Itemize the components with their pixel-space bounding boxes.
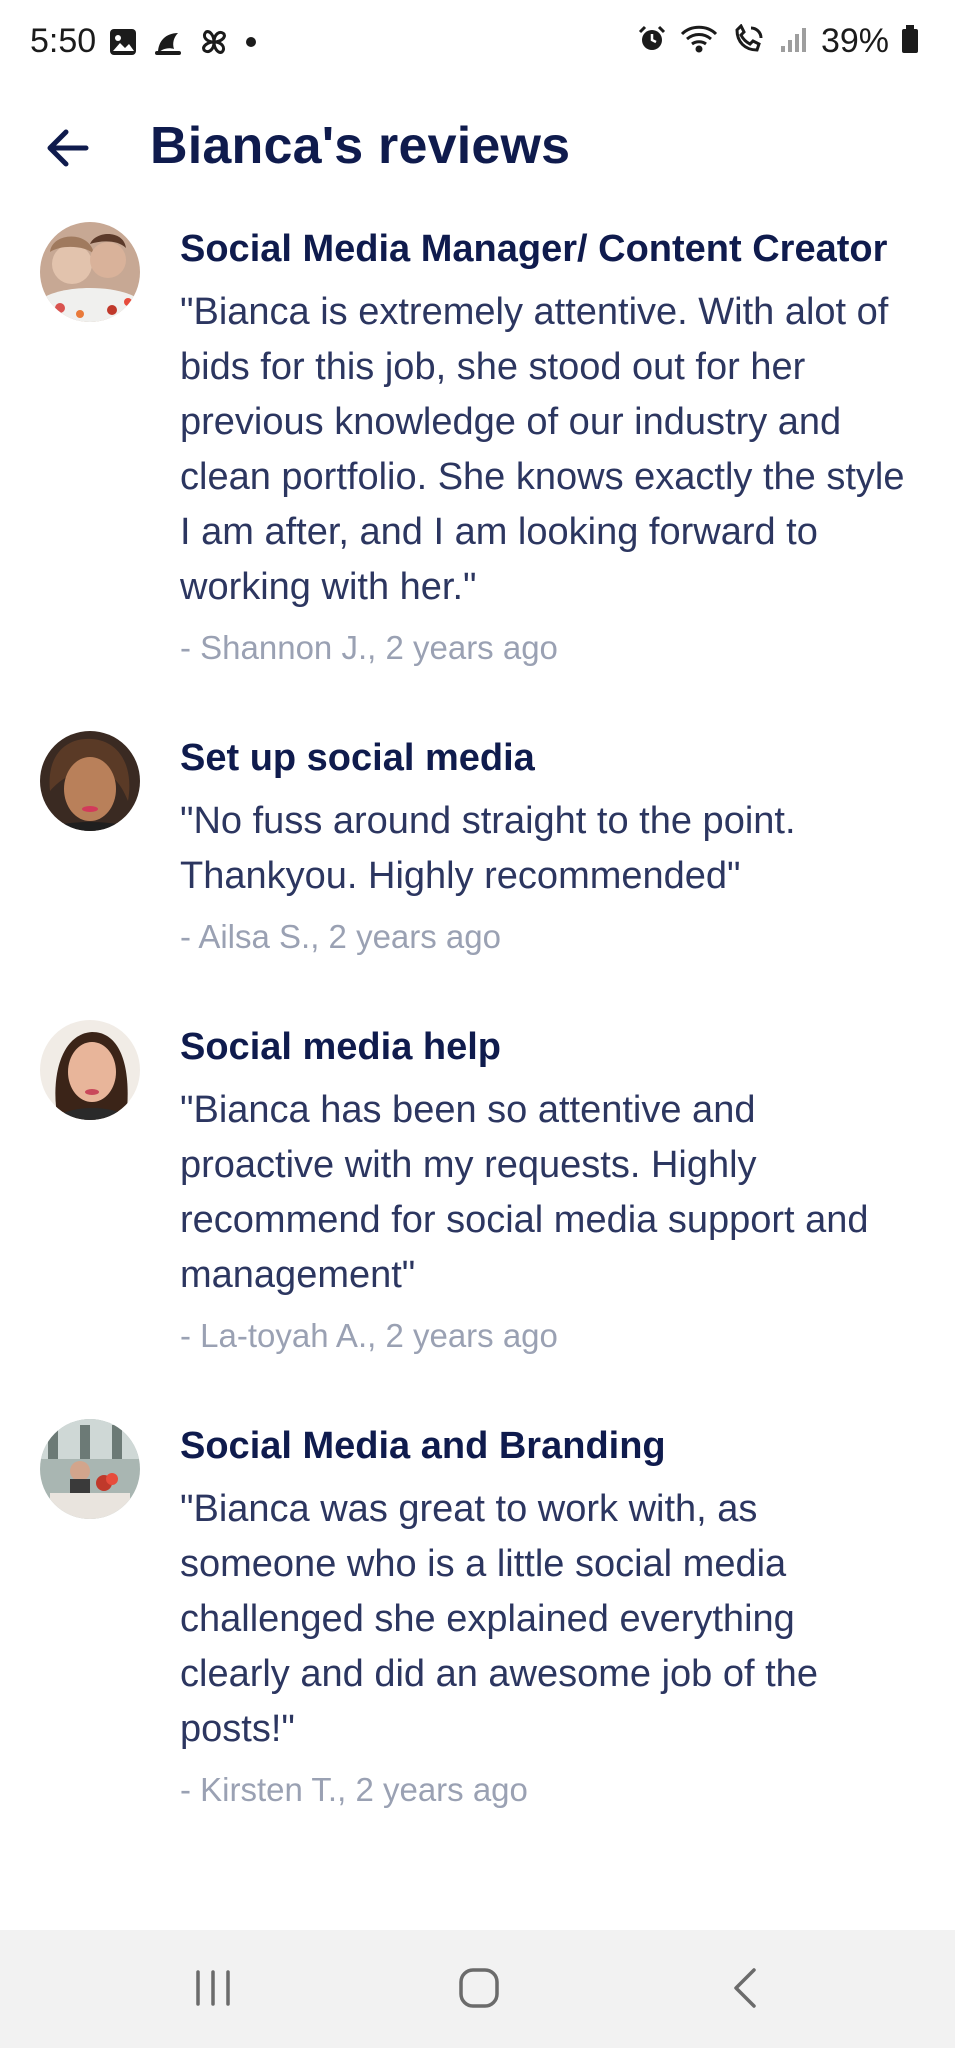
home-button[interactable] (444, 1960, 514, 2020)
dot-icon (244, 35, 258, 54)
status-notification-icons (108, 26, 258, 63)
review-text: "Bianca was great to work with, as someo… (180, 1488, 818, 1750)
image-icon (108, 27, 138, 62)
status-time: 5:50 (30, 22, 97, 60)
arrow-left-icon (46, 128, 90, 173)
back-button[interactable] (42, 124, 94, 176)
status-bar: 5:50 39% (0, 0, 955, 86)
recents-icon (192, 1968, 234, 2013)
reviews-list: Social Media Manager/ Content Creator "B… (0, 222, 955, 1815)
chevron-left-icon (730, 1966, 760, 2015)
avatar (40, 1419, 140, 1519)
review-author-date: - Ailsa S., 2 years ago (180, 918, 501, 955)
review-item: Social Media and Branding "Bianca was gr… (0, 1419, 955, 1815)
review-author-date: - Kirsten T., 2 years ago (180, 1771, 528, 1808)
avatar (40, 1020, 140, 1120)
review-item: Social Media Manager/ Content Creator "B… (0, 222, 955, 673)
battery-icon (901, 24, 919, 59)
battery-percentage: 39% (820, 22, 889, 60)
review-title: Set up social media (180, 737, 535, 779)
moon-leaf-icon (152, 27, 184, 62)
status-system-icons: 39% (637, 22, 919, 61)
review-title: Social Media Manager/ Content Creator (180, 228, 888, 270)
review-title: Social media help (180, 1026, 501, 1068)
review-author-date: - La-toyah A., 2 years ago (180, 1317, 558, 1354)
avatar (40, 731, 140, 831)
system-back-button[interactable] (710, 1960, 780, 2020)
wifi-icon (679, 24, 719, 59)
signal-icon (779, 24, 809, 59)
review-item: Set up social media "No fuss around stra… (0, 731, 955, 962)
page-title: Bianca's reviews (150, 117, 571, 175)
review-item: Social media help "Bianca has been so at… (0, 1020, 955, 1361)
home-icon (457, 1966, 501, 2015)
system-navigation-bar (0, 1930, 955, 2048)
alarm-icon (637, 24, 667, 59)
review-text: "Bianca has been so attentive and proact… (180, 1089, 869, 1296)
wifi-calling-icon (731, 23, 767, 59)
review-text: "Bianca is extremely attentive. With alo… (180, 291, 905, 608)
review-author-date: - Shannon J., 2 years ago (180, 629, 558, 666)
recents-button[interactable] (178, 1960, 248, 2020)
pinwheel-icon (198, 26, 230, 63)
app-header: Bianca's reviews (0, 100, 955, 200)
review-text: "No fuss around straight to the point. T… (180, 800, 796, 897)
review-title: Social Media and Branding (180, 1425, 666, 1467)
avatar (40, 222, 140, 322)
